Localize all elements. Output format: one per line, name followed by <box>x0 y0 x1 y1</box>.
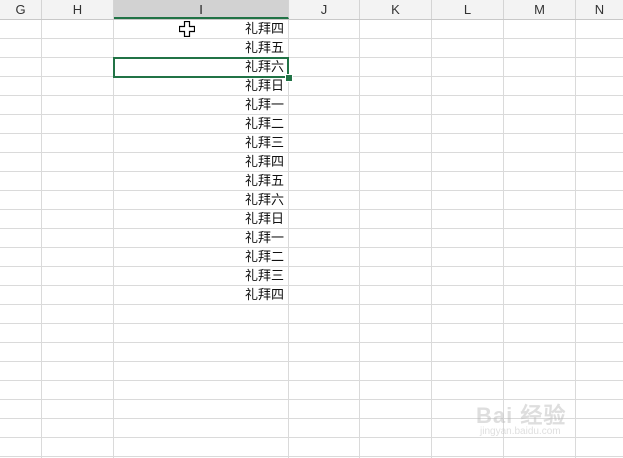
column-header-m[interactable]: M <box>504 0 576 19</box>
column-gridline <box>359 20 360 458</box>
cell-i7[interactable]: 礼拜三 <box>114 134 288 153</box>
watermark-url: jingyan.baidu.com <box>480 426 561 437</box>
cell-i15[interactable]: 礼拜四 <box>114 286 288 305</box>
column-header-row: G H I J K L M N <box>0 0 623 20</box>
row-gridline <box>0 380 623 381</box>
cell-i14[interactable]: 礼拜三 <box>114 267 288 286</box>
fill-handle[interactable] <box>285 74 293 82</box>
row-gridline <box>0 247 623 248</box>
row-gridline <box>0 228 623 229</box>
cell-i3[interactable]: 礼拜六 <box>114 58 288 77</box>
column-gridline <box>575 20 576 458</box>
row-gridline <box>0 323 623 324</box>
cell-i12[interactable]: 礼拜一 <box>114 229 288 248</box>
cell-i1[interactable]: 礼拜四 <box>114 20 288 39</box>
row-gridline <box>0 342 623 343</box>
cell-i9[interactable]: 礼拜五 <box>114 172 288 191</box>
row-gridline <box>0 38 623 39</box>
row-gridline <box>0 285 623 286</box>
row-gridline <box>0 76 623 77</box>
row-gridline <box>0 95 623 96</box>
row-gridline <box>0 190 623 191</box>
row-gridline <box>0 361 623 362</box>
cell-i6[interactable]: 礼拜二 <box>114 115 288 134</box>
row-gridline <box>0 266 623 267</box>
row-gridline <box>0 209 623 210</box>
cell-i4[interactable]: 礼拜日 <box>114 77 288 96</box>
cell-i5[interactable]: 礼拜一 <box>114 96 288 115</box>
column-header-i[interactable]: I <box>114 0 289 19</box>
cell-grid[interactable]: 礼拜四 礼拜五 礼拜六 礼拜日 礼拜一 礼拜二 礼拜三 礼拜四 礼拜五 礼拜六 … <box>0 20 623 458</box>
cell-i10[interactable]: 礼拜六 <box>114 191 288 210</box>
column-gridline <box>288 20 289 458</box>
row-gridline <box>0 114 623 115</box>
column-header-l[interactable]: L <box>432 0 504 19</box>
row-gridline <box>0 304 623 305</box>
cell-i8[interactable]: 礼拜四 <box>114 153 288 172</box>
column-header-g[interactable]: G <box>0 0 42 19</box>
watermark: Bai 经验 jingyan.baidu.com <box>476 398 616 442</box>
column-gridline <box>41 20 42 458</box>
column-header-h[interactable]: H <box>42 0 114 19</box>
column-gridline <box>503 20 504 458</box>
column-header-j[interactable]: J <box>289 0 360 19</box>
row-gridline <box>0 133 623 134</box>
cell-i2[interactable]: 礼拜五 <box>114 39 288 58</box>
fill-cross-cursor-icon <box>179 21 195 37</box>
row-gridline <box>0 171 623 172</box>
cell-i13[interactable]: 礼拜二 <box>114 248 288 267</box>
column-header-k[interactable]: K <box>360 0 432 19</box>
column-header-n[interactable]: N <box>576 0 623 19</box>
row-gridline <box>0 57 623 58</box>
row-gridline <box>0 456 623 457</box>
column-gridline <box>431 20 432 458</box>
row-gridline <box>0 152 623 153</box>
cell-i11[interactable]: 礼拜日 <box>114 210 288 229</box>
spreadsheet: G H I J K L M N 礼拜四 礼拜五 礼拜六 礼拜日 礼拜一 礼拜二 … <box>0 0 623 458</box>
